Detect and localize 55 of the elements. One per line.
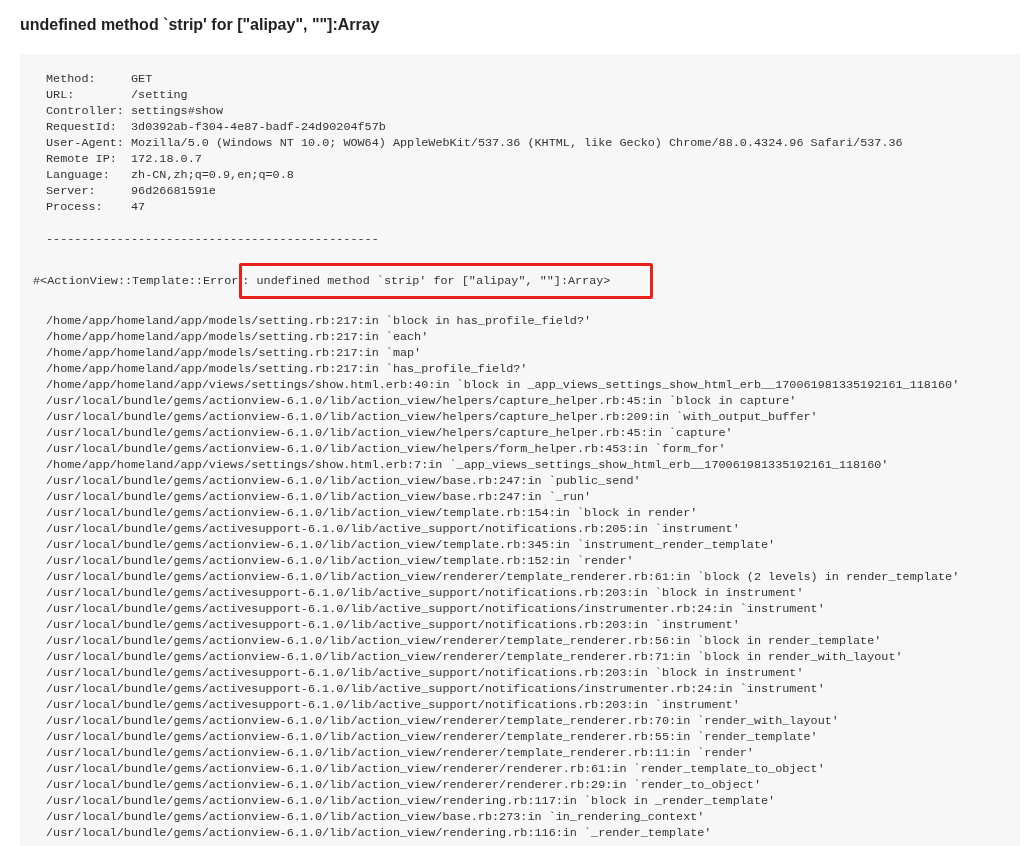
stack-trace-line: /home/app/homeland/app/views/settings/show.html.erb:40:in `block in _app_views_settings_show_html_erb__170061981335192161_118160': [46, 377, 960, 393]
stack-trace-line: /usr/local/bundle/gems/actionview-6.1.0/lib/action_view/helpers/capture_helper.rb:45:in `block in capture': [46, 393, 797, 409]
field-value: /setting: [131, 87, 188, 103]
stack-trace-line: /usr/local/bundle/gems/activesupport-6.1.0/lib/active_support/notifications.rb:205:in `instrument': [46, 521, 740, 537]
error-title: undefined method `strip' for ["alipay", ""]:Array: [20, 15, 381, 35]
stack-trace-line: /usr/local/bundle/gems/actionview-6.1.0/lib/action_view/template.rb:154:in `block in render': [46, 505, 698, 521]
stack-trace-line: /usr/local/bundle/gems/activesupport-6.1.0/lib/active_support/notifications.rb:203:in `instrument': [46, 617, 740, 633]
stack-trace-line: /usr/local/bundle/gems/actionview-6.1.0/lib/action_view/helpers/capture_helper.rb:209:in `with_output_buffer': [46, 409, 818, 425]
stack-trace-line: /usr/local/bundle/gems/actionview-6.1.0/lib/action_view/template.rb:345:in `instrument_render_template': [46, 537, 776, 553]
stack-trace-line: /home/app/homeland/app/models/setting.rb:217:in `each': [46, 329, 429, 345]
stack-trace-line: /usr/local/bundle/gems/activesupport-6.1.0/lib/active_support/notifications.rb:203:in `instrument': [46, 697, 740, 713]
stack-trace-line: /usr/local/bundle/gems/activesupport-6.1.0/lib/active_support/notifications/instrumenter.rb:24:in `instrument': [46, 681, 825, 697]
field-value: GET: [131, 71, 153, 87]
stack-trace-line: /usr/local/bundle/gems/actionview-6.1.0/lib/action_view/renderer/template_renderer.rb:55:in `render_template': [46, 729, 818, 745]
stack-trace-line: /usr/local/bundle/gems/activesupport-6.1.0/lib/active_support/notifications.rb:203:in `block in instrument': [46, 585, 804, 601]
stack-trace-line: /usr/local/bundle/gems/actionview-6.1.0/lib/action_view/renderer/renderer.rb:29:in `render_to_object': [46, 777, 761, 793]
stack-trace-line: /usr/local/bundle/gems/activesupport-6.1.0/lib/active_support/notifications/instrumenter.rb:24:in `instrument': [46, 601, 825, 617]
stack-trace-line: /home/app/homeland/app/views/settings/show.html.erb:7:in `_app_views_settings_show_html_erb__170061981335192161_118160': [46, 457, 889, 473]
stack-trace-line: /usr/local/bundle/gems/actionview-6.1.0/lib/action_view/base.rb:247:in `_run': [46, 489, 592, 505]
highlighted-error-message: : undefined method `strip' for ["alipay", ""]:Array>: [239, 263, 654, 299]
field-label: Method:: [46, 71, 97, 87]
field-label: RequestId:: [46, 119, 118, 135]
stack-trace-line: /usr/local/bundle/gems/actionview-6.1.0/lib/action_view/rendering.rb:116:in `_render_template': [46, 825, 712, 841]
field-value: 172.18.0.7: [131, 151, 202, 167]
field-value: zh-CN,zh;q=0.9,en;q=0.8: [131, 167, 294, 183]
stack-trace-line: /home/app/homeland/app/models/setting.rb:217:in `map': [46, 345, 422, 361]
field-value: Mozilla/5.0 (Windows NT 10.0; WOW64) AppleWebKit/537.36 (KHTML, like Gecko) Chrome/88.0.4324.96 Safari/537.36: [131, 135, 903, 151]
stack-trace-line: /usr/local/bundle/gems/actionview-6.1.0/lib/action_view/base.rb:247:in `public_send': [46, 473, 641, 489]
stack-trace-line: /usr/local/bundle/gems/actionview-6.1.0/lib/action_view/rendering.rb:117:in `block in _render_template': [46, 793, 776, 809]
field-value: 96d26681591e: [131, 183, 216, 199]
error-class-text: #<ActionView::Template::Error: [33, 273, 239, 289]
stack-trace-line: /home/app/homeland/app/models/setting.rb:217:in `block in has_profile_field?': [46, 313, 592, 329]
field-value: 3d0392ab-f304-4e87-badf-24d90204f57b: [131, 119, 386, 135]
field-label: Process:: [46, 199, 104, 215]
stack-trace-line: /usr/local/bundle/gems/actionview-6.1.0/lib/action_view/helpers/capture_helper.rb:45:in `capture': [46, 425, 733, 441]
field-value: 47: [131, 199, 146, 215]
separator-text: -----------------------------------------------: [46, 231, 379, 247]
stack-trace-line: /usr/local/bundle/gems/activesupport-6.1.0/lib/active_support/notifications.rb:203:in `block in instrument': [46, 665, 804, 681]
stack-trace-line: /home/app/homeland/app/models/setting.rb:217:in `has_profile_field?': [46, 361, 528, 377]
stack-trace-line: /usr/local/bundle/gems/actionview-6.1.0/lib/action_view/renderer/renderer.rb:61:in `render_template_to_object': [46, 761, 825, 777]
stack-trace-line: /usr/local/bundle/gems/actionview-6.1.0/lib/action_view/template.rb:152:in `render': [46, 553, 634, 569]
field-label: User-Agent:: [46, 135, 125, 151]
stack-trace-line: /usr/local/bundle/gems/actionview-6.1.0/lib/action_view/renderer/template_renderer.rb:56:in `block in render_template': [46, 633, 882, 649]
field-label: Controller:: [46, 103, 125, 119]
field-value: settings#show: [131, 103, 224, 119]
stack-trace-line: /usr/local/bundle/gems/actionview-6.1.0/lib/action_view/renderer/template_renderer.rb:61:in `block (2 levels) in render_template': [46, 569, 960, 585]
field-label: Language:: [46, 167, 111, 183]
stack-trace-line: /usr/local/bundle/gems/actionview-6.1.0/lib/action_view/renderer/template_renderer.rb:70:in `render_with_layout': [46, 713, 839, 729]
stack-trace-line: /usr/local/bundle/gems/actionview-6.1.0/lib/action_view/base.rb:273:in `in_rendering_context': [46, 809, 705, 825]
stack-trace-line: /usr/local/bundle/gems/actionview-6.1.0/lib/action_view/helpers/form_helper.rb:453:in `form_for': [46, 441, 726, 457]
field-label: Server:: [46, 183, 97, 199]
stack-trace-line: /usr/local/bundle/gems/actionview-6.1.0/lib/action_view/renderer/template_renderer.rb:71:in `block in render_with_layout': [46, 649, 903, 665]
stack-trace-line: /usr/local/bundle/gems/actionview-6.1.0/lib/action_view/renderer/template_renderer.rb:11:in `render': [46, 745, 754, 761]
field-label: Remote IP:: [46, 151, 118, 167]
field-label: URL:: [46, 87, 76, 103]
